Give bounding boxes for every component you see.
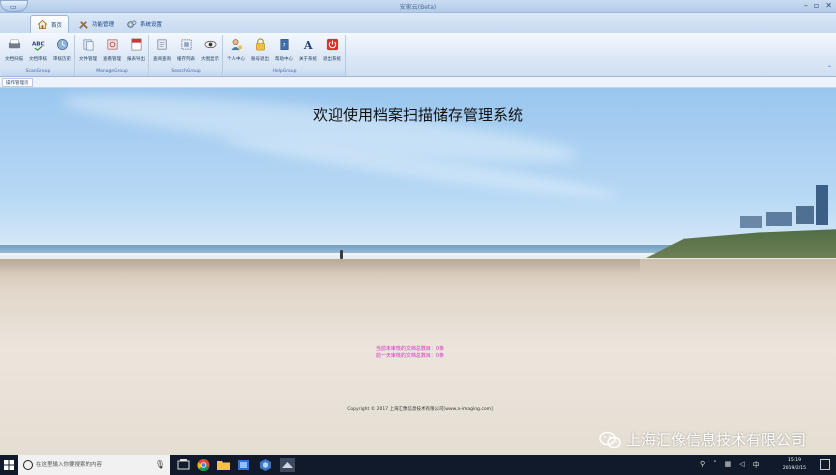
volume-icon[interactable]: ◁ [739, 460, 744, 470]
large-image-button[interactable]: 大图显示 [198, 36, 222, 66]
background-building [766, 212, 792, 226]
notice-yesterday-count[interactable]: 前一天审核的文档总数目：0条 [340, 353, 480, 360]
taskbar-clock[interactable]: 15:19 2019/2/15 [783, 457, 806, 473]
group-label: ManageGroup [76, 68, 148, 76]
help-book-icon: ? [280, 39, 288, 50]
app-icon-2[interactable] [258, 458, 273, 472]
view-manage-icon [107, 39, 117, 50]
tab-home[interactable]: 首页 [30, 15, 70, 33]
copyright-text: Copyright © 2017 上海汇像信息技术有限公司[www.a-imag… [347, 407, 493, 412]
task-view-icon[interactable] [176, 458, 191, 472]
input-method-icon[interactable]: 中 [753, 460, 760, 470]
svg-text:ABC: ABC [32, 41, 45, 47]
home-icon [37, 19, 48, 29]
notification-icon[interactable] [820, 459, 830, 470]
lock-icon [255, 38, 265, 51]
exit-system-button[interactable]: 退出系统 [320, 36, 344, 66]
tab-label: 功能管理 [92, 22, 115, 28]
close-icon[interactable]: ✕ [825, 1, 832, 11]
microphone-icon[interactable]: 🎙 [155, 460, 165, 469]
report-export-button[interactable]: 报表导出 [124, 36, 148, 66]
ribbon-group-manage: 文件管理 查看管理 报表导出 ManageGroup [76, 35, 149, 76]
wechat-icon [599, 431, 621, 448]
notice-pending-count[interactable]: 当前未审核的文档总数目：0条 [340, 346, 480, 353]
review-document-button[interactable]: ABC 文档审核 [26, 36, 50, 66]
svg-text:A: A [302, 39, 312, 51]
cortana-icon [23, 460, 33, 470]
ribbon-group-help: 个人中心 账号退出 ? 帮助中心 A 关于系统 退出系统 HelpGroup [224, 35, 346, 76]
ribbon: 文档扫描 ABC 文档审核 审核历史 ScanGroup 文件管理 查看管理 报… [0, 33, 836, 77]
main-content: 欢迎使用档案扫描储存管理系统 当前未审核的文档总数目：0条 前一天审核的文档总数… [0, 88, 836, 455]
view-manage-button[interactable]: 查看管理 [100, 36, 124, 66]
minimize-icon[interactable]: – [804, 1, 808, 11]
file-explorer-icon[interactable] [216, 458, 231, 472]
person-icon[interactable]: ⚲ [700, 460, 705, 470]
group-label: ScanGroup [2, 68, 74, 76]
cache-list-icon [180, 39, 192, 50]
windows-start-icon[interactable] [0, 455, 18, 475]
search-query-button[interactable]: 查阅查询 [150, 36, 174, 66]
background-dune [646, 229, 836, 258]
export-icon [131, 38, 141, 51]
clock-time: 15:19 [787, 458, 801, 463]
file-manage-button[interactable]: 文件管理 [76, 36, 100, 66]
welcome-title: 欢迎使用档案扫描储存管理系统 [312, 106, 523, 124]
tab-settings[interactable]: 系统设置 [120, 15, 168, 33]
group-label: HelpGroup [224, 68, 345, 76]
clock-date: 2019/2/15 [782, 466, 806, 471]
watermark: 上海汇像信息技术有限公司 [599, 429, 806, 450]
background-building [796, 206, 814, 224]
system-tray: ⚲ ˄ ▦ ◁ 中 [700, 460, 760, 470]
ribbon-group-scan: 文档扫描 ABC 文档审核 审核历史 ScanGroup [2, 35, 75, 76]
network-icon[interactable]: ▦ [725, 460, 732, 470]
spellcheck-icon: ABC [32, 41, 45, 51]
user-icon [230, 39, 242, 51]
tab-label: 系统设置 [140, 22, 163, 28]
document-tab-bar: 操作管理页 [0, 77, 836, 88]
ribbon-group-search: 查阅查询 缓存列表 大图显示 SearchGroup [150, 35, 223, 76]
title-bar: ▭ 安家云(Beta) – ▫ ✕ [0, 0, 836, 13]
taskbar-search-box[interactable]: 在这里输入你要搜索的内容 🎙 [18, 455, 170, 475]
review-history-button[interactable]: 审核历史 [50, 36, 74, 66]
power-icon [326, 38, 338, 51]
tools-icon [79, 20, 88, 29]
app-icon-3[interactable] [280, 458, 295, 472]
watermark-text: 上海汇像信息技术有限公司 [625, 431, 806, 449]
about-icon: A [302, 39, 312, 51]
search-doc-icon [157, 39, 167, 50]
group-label: SearchGroup [150, 68, 222, 76]
tab-functions[interactable]: 功能管理 [72, 15, 120, 33]
file-manage-icon [83, 39, 93, 51]
scanner-icon [8, 39, 20, 49]
help-center-button[interactable]: ? 帮助中心 [272, 36, 296, 66]
window-controls: – ▫ ✕ [804, 1, 832, 11]
background-building [740, 216, 762, 228]
settings-icon [127, 20, 137, 28]
window-title: 安家云(Beta) [399, 4, 437, 11]
account-logout-button[interactable]: 账号退出 [248, 36, 272, 66]
document-tab[interactable]: 操作管理页 [2, 78, 33, 87]
tab-label: 首页 [51, 22, 63, 29]
background-person [340, 250, 343, 259]
personal-center-button[interactable]: 个人中心 [224, 36, 248, 66]
svg-text:?: ? [282, 43, 285, 49]
restore-icon[interactable]: ▫ [814, 1, 819, 11]
eye-icon [204, 40, 216, 49]
chevron-up-icon[interactable]: ˄ [713, 460, 717, 470]
cache-list-button[interactable]: 缓存列表 [174, 36, 198, 66]
chrome-icon[interactable] [196, 458, 211, 472]
taskbar: 在这里输入你要搜索的内容 🎙 ⚲ ˄ ▦ ◁ 中 15:19 2019/2/15 [0, 455, 836, 475]
history-icon [56, 39, 68, 50]
caret-up-icon[interactable]: ⌃ [827, 65, 832, 72]
app-icon[interactable] [236, 458, 251, 472]
notice-box: 当前未审核的文档总数目：0条 前一天审核的文档总数目：0条 [340, 346, 480, 360]
search-placeholder: 在这里输入你要搜索的内容 [36, 462, 103, 468]
scan-document-button[interactable]: 文档扫描 [2, 36, 26, 66]
background-wet-sand [0, 259, 640, 273]
ribbon-tab-strip: 首页 功能管理 系统设置 [0, 13, 836, 33]
about-system-button[interactable]: A 关于系统 [296, 36, 320, 66]
background-building [816, 185, 828, 225]
